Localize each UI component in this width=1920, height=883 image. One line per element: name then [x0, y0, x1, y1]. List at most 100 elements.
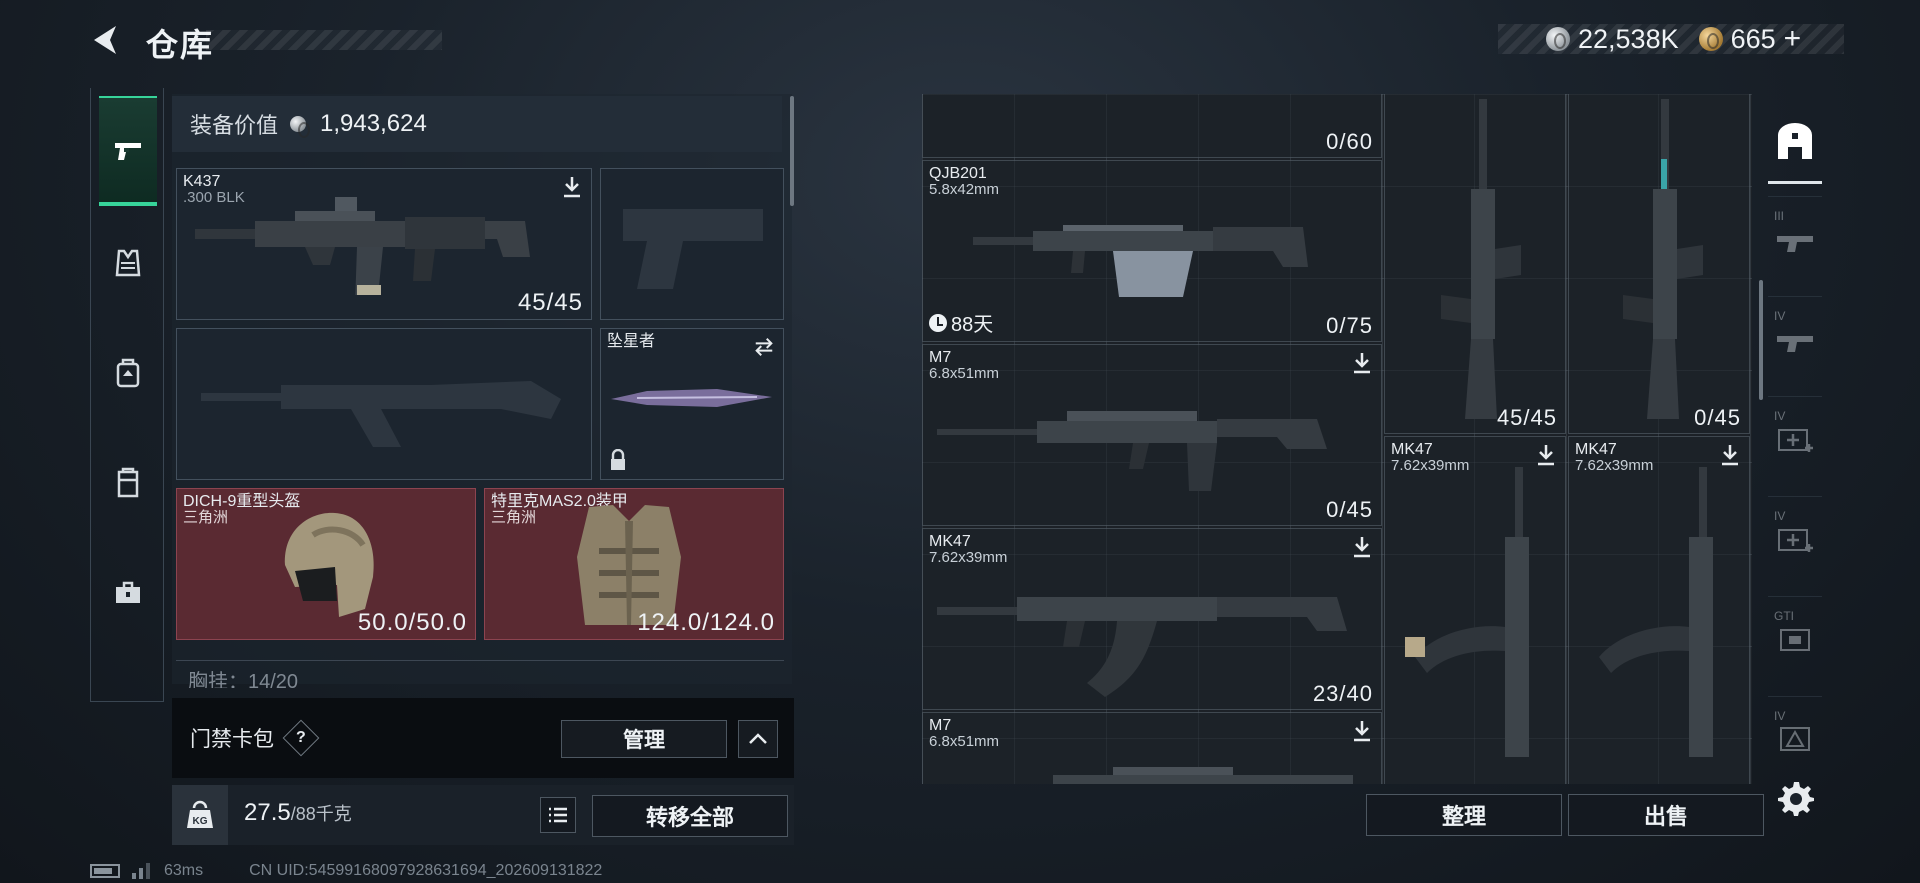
- stash-item-m7[interactable]: M7 6.8x51mm 0/45: [922, 344, 1382, 526]
- tab-toolbox[interactable]: [99, 538, 157, 648]
- item-caliber: 5.8x42mm: [929, 181, 1000, 198]
- tab-stash-3[interactable]: IV: [1768, 396, 1822, 480]
- stash-item-mk47-vertical[interactable]: MK47 7.62x39mm: [1384, 436, 1566, 784]
- silver-coin-icon: [1546, 27, 1570, 51]
- helmet-durability: 50.0/50.0: [357, 609, 467, 636]
- tab-stash-6[interactable]: IV: [1768, 696, 1822, 780]
- primary-weapon-slot[interactable]: K437 .300 BLK 45/45: [176, 168, 592, 320]
- add-currency-button[interactable]: +: [1784, 22, 1802, 56]
- page-title: 仓库: [146, 27, 215, 63]
- download-icon[interactable]: [1351, 535, 1373, 559]
- tab-stash-1[interactable]: III: [1768, 196, 1822, 280]
- tab-container[interactable]: [99, 428, 157, 538]
- status-bar: 63ms CN UID:5459916809792863169​4_202609…: [90, 862, 602, 880]
- help-button[interactable]: ?: [282, 719, 320, 757]
- rifle-vertical-image: [1441, 99, 1521, 419]
- equipment-value-label: 装备价值: [190, 113, 279, 138]
- sort-button[interactable]: 整理: [1366, 794, 1562, 836]
- stash-item-vertical-rifle[interactable]: 45/45: [1384, 94, 1566, 434]
- keycard-label: 门禁卡包: [190, 728, 274, 751]
- gold-coin-icon: [1698, 27, 1723, 51]
- melee-slot[interactable]: 坠星者: [600, 328, 784, 480]
- tier-label: III: [1774, 209, 1785, 223]
- keycard-bar: 门禁卡包 ? 管理: [172, 698, 794, 778]
- weight-bar: KG 27.5/88千克 转移全部: [172, 785, 794, 845]
- tab-weapons[interactable]: [99, 96, 157, 206]
- ping: 63ms: [164, 862, 204, 879]
- back-button[interactable]: [88, 22, 124, 58]
- armor-slot[interactable]: 特里克MAS2.0装甲 三角洲 124.0/124.0: [484, 488, 784, 640]
- stash-filter-tabs: III IV IV IV GTI IV: [1768, 100, 1824, 760]
- tab-stash-4[interactable]: IV: [1768, 496, 1822, 580]
- stash-item-qjb201[interactable]: QJB201 5.8x42mm 88天 0/75: [922, 160, 1382, 342]
- case-icon: [117, 467, 139, 498]
- stash-item[interactable]: 0/60: [922, 94, 1382, 158]
- rifle-image: [937, 411, 1327, 491]
- tier-label: IV: [1774, 509, 1786, 523]
- rifle-tab-icon: [1777, 235, 1813, 252]
- item-count: 0/45: [1694, 405, 1741, 430]
- helmet-slot[interactable]: DICH-9重型头盔 三角洲 50.0/50.0: [176, 488, 476, 640]
- settings-gear-icon[interactable]: [1776, 778, 1816, 818]
- item-name: M7: [929, 717, 952, 734]
- manage-button[interactable]: 管理: [561, 720, 727, 758]
- pistol-slot[interactable]: [600, 168, 784, 320]
- tab-backpack[interactable]: [99, 318, 157, 428]
- pistol-placeholder-icon: [623, 209, 763, 289]
- tab-stash-5[interactable]: GTI: [1768, 596, 1822, 680]
- stash-item-m7[interactable]: M7 6.8x51mm: [922, 712, 1382, 784]
- silver-amount: 22,538K: [1578, 23, 1679, 54]
- warehouse-icon: [1778, 122, 1812, 159]
- rifle-vertical-image: [1405, 467, 1529, 757]
- download-icon[interactable]: [1535, 443, 1557, 467]
- signal-icon: [132, 863, 150, 879]
- sell-button[interactable]: 出售: [1568, 794, 1764, 836]
- equipment-scrollbar[interactable]: [790, 96, 794, 206]
- svg-text:KG: KG: [193, 816, 208, 827]
- tier-label: IV: [1774, 409, 1786, 423]
- knife-image: [611, 389, 772, 407]
- battery-icon: [90, 864, 120, 878]
- download-icon[interactable]: [1351, 351, 1373, 375]
- tab-stash-2[interactable]: IV: [1768, 296, 1822, 380]
- stash-item-mk47[interactable]: MK47 7.62x39mm 23/40: [922, 528, 1382, 710]
- download-icon[interactable]: [1719, 443, 1741, 467]
- clock-icon: [929, 313, 947, 332]
- weight-icon: KG: [172, 785, 228, 845]
- weight-readout: 27.5/88千克: [244, 799, 352, 827]
- list-view-button[interactable]: [540, 797, 576, 833]
- rifle-image: [937, 597, 1347, 697]
- weight-current: 27.5: [244, 799, 291, 826]
- tab-all-stash[interactable]: [1768, 100, 1822, 184]
- armor-origin: 三角洲: [491, 509, 537, 526]
- transfer-all-button[interactable]: 转移全部: [592, 795, 788, 837]
- download-icon[interactable]: [1351, 719, 1373, 743]
- rifle-image: [1053, 767, 1353, 784]
- stash-item-mk47-vertical[interactable]: MK47 7.62x39mm: [1568, 436, 1750, 784]
- lock-icon: [611, 449, 625, 470]
- rifle-tab-icon: [1777, 335, 1813, 352]
- timer-text: 88天: [951, 314, 994, 336]
- gear-box-tab-icon: [1780, 628, 1810, 651]
- collapse-button[interactable]: [738, 720, 778, 758]
- chevron-up-icon: [749, 733, 767, 744]
- item-count: 0/60: [1326, 129, 1373, 154]
- ammo-count: 45/45: [517, 289, 583, 316]
- item-name: M7: [929, 349, 952, 366]
- gold-amount: 665: [1730, 23, 1776, 54]
- help-icon: ?: [296, 729, 306, 746]
- stash-item-vertical-rifle[interactable]: 0/45: [1568, 94, 1750, 434]
- stash-scrollbar[interactable]: [1759, 280, 1763, 400]
- vest-icon: [115, 249, 141, 277]
- item-name: MK47: [1575, 441, 1617, 458]
- swap-icon[interactable]: [753, 335, 775, 359]
- secondary-weapon-slot[interactable]: [176, 328, 592, 480]
- item-name: MK47: [1391, 441, 1433, 458]
- equipment-category-tabs: [90, 88, 164, 702]
- armor-durability: 124.0/124.0: [637, 609, 775, 636]
- tab-armor[interactable]: [99, 208, 157, 318]
- item-name: MK47: [929, 533, 971, 550]
- backpack-icon: [116, 358, 140, 388]
- item-caliber: 6.8x51mm: [929, 733, 1000, 750]
- item-caliber: 6.8x51mm: [929, 365, 1000, 382]
